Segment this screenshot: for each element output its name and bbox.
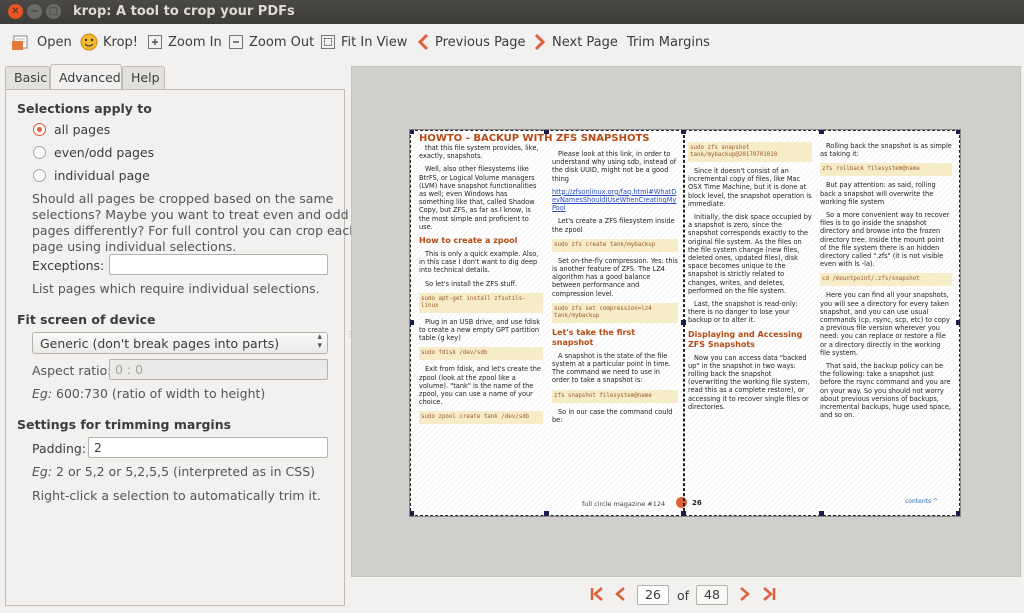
last-page-icon[interactable] [761,586,777,602]
minimize-window-button[interactable]: − [27,4,42,19]
resize-handle[interactable] [410,511,414,516]
rightclick-hint: Right-click a selection to automatically… [32,488,321,503]
help-line: Should all pages be cropped based on the… [32,191,334,206]
tab-basic[interactable]: Basic [5,66,50,90]
resize-handle[interactable] [819,511,824,516]
title-bar: ✕ − □ krop: A tool to crop your PDFs [0,0,1024,24]
resize-handle[interactable] [956,130,960,134]
crop-selection-right[interactable] [684,130,960,516]
resize-handle[interactable] [410,130,414,134]
trim-settings-heading: Settings for trimming margins [17,417,232,432]
device-select-value: Generic (don't break pages into parts) [40,336,280,351]
pdf-viewer[interactable]: HOWTO - BACKUP WITH ZFS SNAPSHOTS that t… [351,66,1021,577]
toolbar: Open Krop! Zoom In Zoom Out Fit In View … [0,24,1024,60]
resize-handle[interactable] [819,130,824,134]
aspect-ratio-label: Aspect ratio: [32,363,112,378]
next-page-button[interactable]: Next Page [533,32,618,52]
resize-handle[interactable] [681,320,686,325]
exceptions-input[interactable] [109,254,328,275]
zoom-in-icon [148,35,162,49]
of-label: of [677,588,690,603]
zoom-out-icon [229,35,243,49]
current-page-input[interactable]: 26 [637,585,669,605]
krop-label: Krop! [103,34,139,50]
resize-handle[interactable] [410,320,414,325]
open-button[interactable]: Open [12,32,72,52]
exceptions-label: Exceptions: [32,258,105,273]
zoom-out-label: Zoom Out [249,34,315,50]
resize-handle[interactable] [544,130,549,134]
padding-hint-text: 2 or 5,2 or 5,2,5,5 (interpreted as in C… [52,464,316,479]
previous-page-icon[interactable] [613,586,627,602]
next-page-icon[interactable] [738,586,752,602]
crop-selection-left[interactable] [410,130,684,516]
radio-even-odd-label: even/odd pages [54,145,155,160]
smiley-icon [80,33,98,51]
pdf-page: HOWTO - BACKUP WITH ZFS SNAPSHOTS that t… [409,129,961,517]
resize-handle[interactable] [681,511,686,516]
help-line: selections? Maybe you want to treat even… [32,207,349,222]
zoom-in-button[interactable]: Zoom In [147,32,222,52]
padding-hint: Eg: 2 or 5,2 or 5,2,5,5 (interpreted as … [32,464,315,479]
trim-margins-label: Trim Margins [627,34,710,50]
krop-button[interactable]: Krop! [80,32,138,52]
resize-handle[interactable] [956,511,960,516]
fit-in-view-label: Fit In View [341,34,408,50]
chevron-left-icon [417,33,429,51]
padding-input[interactable]: 2 [88,437,328,458]
advanced-panel: Selections apply to all pages even/odd p… [5,89,357,606]
previous-page-button[interactable]: Previous Page [416,32,526,52]
aspect-hint-text: 600:730 (ratio of width to height) [52,386,266,401]
trim-margins-button[interactable]: Trim Margins [627,32,710,52]
window-title: krop: A tool to crop your PDFs [73,4,295,19]
radio-individual-label: individual page [54,168,150,183]
padding-label: Padding: [32,441,87,456]
radio-unchecked-icon [33,146,46,159]
eg-label: Eg: [32,386,53,401]
total-pages: 48 [696,585,728,605]
resize-handle[interactable] [681,130,686,134]
fit-screen-heading: Fit screen of device [17,312,156,327]
radio-unchecked-icon [33,169,46,182]
open-folder-icon [12,35,28,50]
aspect-ratio-input: 0 : 0 [109,359,328,380]
help-line: pages differently? For full control you … [32,223,358,238]
radio-checked-icon [33,123,46,136]
fit-in-view-button[interactable]: Fit In View [320,32,407,52]
exceptions-hint: List pages which require individual sele… [32,281,320,296]
updown-arrows-icon: ▴ ▾ [317,332,322,351]
previous-page-label: Previous Page [435,34,526,50]
radio-individual-page[interactable]: individual page [33,168,150,183]
device-select[interactable]: Generic (don't break pages into parts) ▴… [32,332,328,354]
radio-all-pages[interactable]: all pages [33,122,110,137]
zoom-out-button[interactable]: Zoom Out [228,32,314,52]
selections-heading: Selections apply to [17,101,152,116]
close-window-button[interactable]: ✕ [8,4,23,19]
page-navigation: 26 of 48 [351,580,1021,608]
aspect-ratio-hint: Eg: 600:730 (ratio of width to height) [32,386,265,401]
next-page-label: Next Page [552,34,618,50]
radio-even-odd-pages[interactable]: even/odd pages [33,145,154,160]
resize-handle[interactable] [956,320,960,325]
tab-help[interactable]: Help [122,66,165,90]
resize-handle[interactable] [544,511,549,516]
tab-advanced[interactable]: Advanced [50,64,122,91]
radio-all-pages-label: all pages [54,122,111,137]
chevron-right-icon [534,33,546,51]
help-line: page using individual selections. [32,239,237,254]
first-page-icon[interactable] [589,586,605,602]
fit-in-view-icon [321,35,335,49]
maximize-window-button[interactable]: □ [46,4,61,19]
selections-help-text: Should all pages be cropped based on the… [32,191,357,255]
open-label: Open [37,34,72,50]
zoom-in-label: Zoom In [168,34,222,50]
eg-label: Eg: [32,464,53,479]
